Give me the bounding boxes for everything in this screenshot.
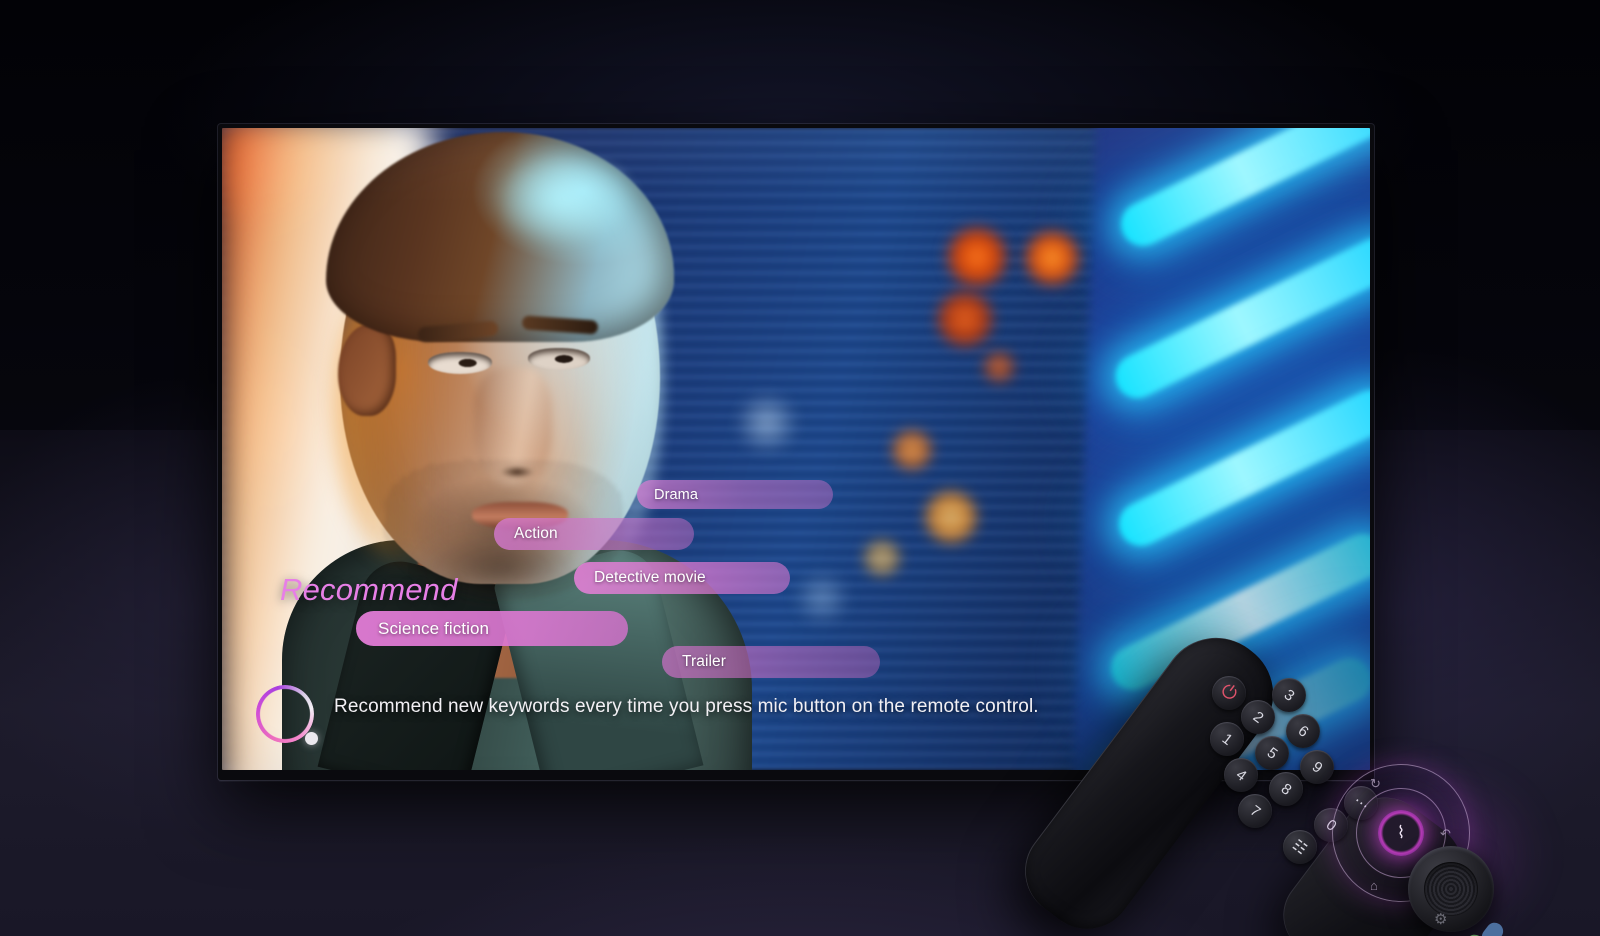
bokeh-light	[890, 428, 934, 472]
thinq-ring-icon	[256, 685, 318, 745]
chip-trailer[interactable]: Trailer	[662, 646, 880, 678]
chip-action[interactable]: Action	[494, 518, 694, 550]
subject-eye-left	[428, 352, 492, 374]
television: Recommend Drama Action Detective movie S…	[218, 124, 1374, 780]
bokeh-light	[1022, 228, 1082, 288]
subject-hair-highlight	[462, 134, 662, 264]
bokeh-light	[862, 538, 902, 578]
bokeh-light	[982, 350, 1016, 384]
chip-science-fiction[interactable]: Science fiction	[356, 611, 628, 646]
thinq-dot	[305, 732, 318, 745]
bokeh-light	[922, 488, 980, 546]
caption-text: Recommend new keywords every time you pr…	[334, 696, 1039, 717]
chip-drama[interactable]: Drama	[637, 480, 833, 509]
subject-ear	[338, 324, 396, 416]
bokeh-light	[934, 288, 996, 350]
tv-screen[interactable]: Recommend Drama Action Detective movie S…	[222, 128, 1370, 770]
bokeh-light	[782, 558, 862, 638]
subject-eye-right	[528, 348, 590, 370]
scene-root: Recommend Drama Action Detective movie S…	[0, 0, 1600, 936]
recommend-label: Recommend	[280, 572, 458, 607]
bokeh-light	[944, 224, 1010, 290]
chip-detective-movie[interactable]: Detective movie	[574, 562, 790, 594]
bokeh-light	[722, 378, 812, 468]
